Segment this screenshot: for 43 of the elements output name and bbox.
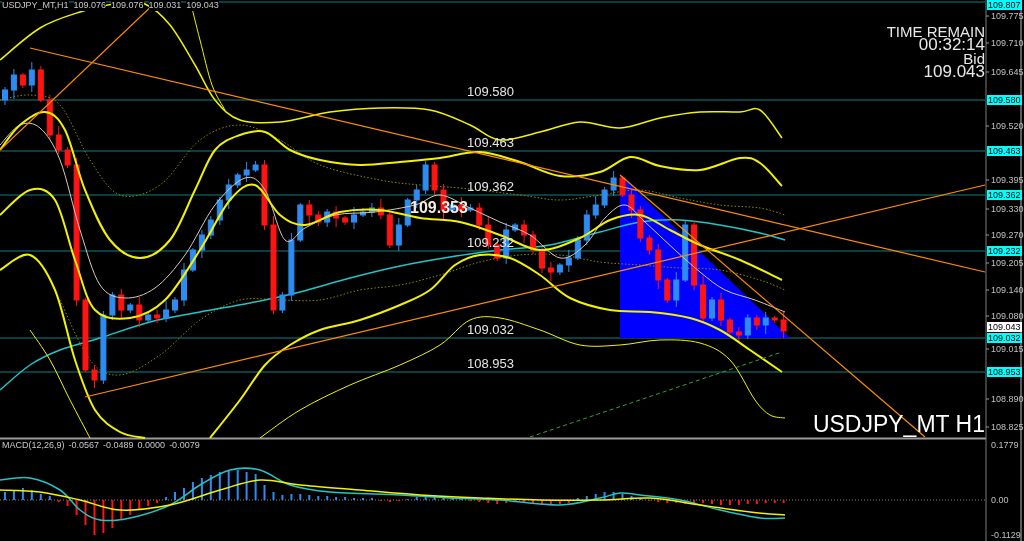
bid-price: 109.043 xyxy=(923,65,985,79)
macd-axis-tick: 0.00 xyxy=(991,495,1009,505)
indicator-title: MACD(12,26,9) xyxy=(2,440,65,451)
indicator-value: -0.0079 xyxy=(169,440,200,451)
macd-axis-tick: 0.1779 xyxy=(991,440,1019,450)
bid-price-tag: 109.043 xyxy=(987,322,1022,332)
price-level-tag: 109.807 xyxy=(987,0,1022,10)
price-axis-tick: 109.140 xyxy=(991,285,1024,295)
price-axis-tick: 109.205 xyxy=(991,258,1024,268)
price-axis-tick: 108.890 xyxy=(991,394,1024,404)
price-value: 109.076 xyxy=(73,0,107,11)
price-level-tag: 109.232 xyxy=(987,246,1022,256)
price-level-tag: 108.953 xyxy=(987,367,1022,377)
time-remain-label: TIME REMAIN xyxy=(886,25,985,38)
price-axis-tick: 108.825 xyxy=(991,422,1024,432)
price-level-label: 109.032 xyxy=(467,323,514,337)
price-axis-tick: 109.395 xyxy=(991,175,1024,185)
price-value: 109.076 xyxy=(111,0,144,11)
price-level-tag: 109.032 xyxy=(987,333,1022,343)
price-value: 109.031 xyxy=(148,0,182,11)
macd-axis-tick: -0.1129 xyxy=(991,530,1021,540)
price-axis-tick: 109.270 xyxy=(991,230,1024,240)
bid-label: Bid xyxy=(963,52,985,65)
price-axis-tick: 109.645 xyxy=(991,67,1024,77)
price-level-tag: 109.580 xyxy=(987,95,1022,105)
symbol-title: USDJPY_MT,H1 xyxy=(2,0,69,11)
countdown-time: 00:32:14 xyxy=(918,38,985,52)
indicator-value: -0.0567 xyxy=(68,440,100,451)
price-axis-tick: 109.520 xyxy=(991,121,1024,131)
indicator-value: -0.0489 xyxy=(103,440,134,451)
indicator-value: 0.0000 xyxy=(137,440,166,451)
price-axis-tick: 109.710 xyxy=(991,38,1024,48)
price-axis-tick: 109.330 xyxy=(991,204,1024,214)
price-axis-tick: 109.015 xyxy=(991,344,1024,354)
price-level-label: 108.953 xyxy=(467,357,514,371)
price-level-label: 109.463 xyxy=(467,136,514,150)
price-level-tag: 109.463 xyxy=(987,146,1022,156)
price-axis-tick: 109.775 xyxy=(991,11,1024,21)
price-level-label: 109.362 xyxy=(467,180,514,194)
price-axis-tick: 109.080 xyxy=(991,311,1024,321)
price-level-label: 109.580 xyxy=(467,85,514,99)
price-level-tag: 109.362 xyxy=(987,190,1022,200)
price-value: 109.043 xyxy=(186,0,219,11)
